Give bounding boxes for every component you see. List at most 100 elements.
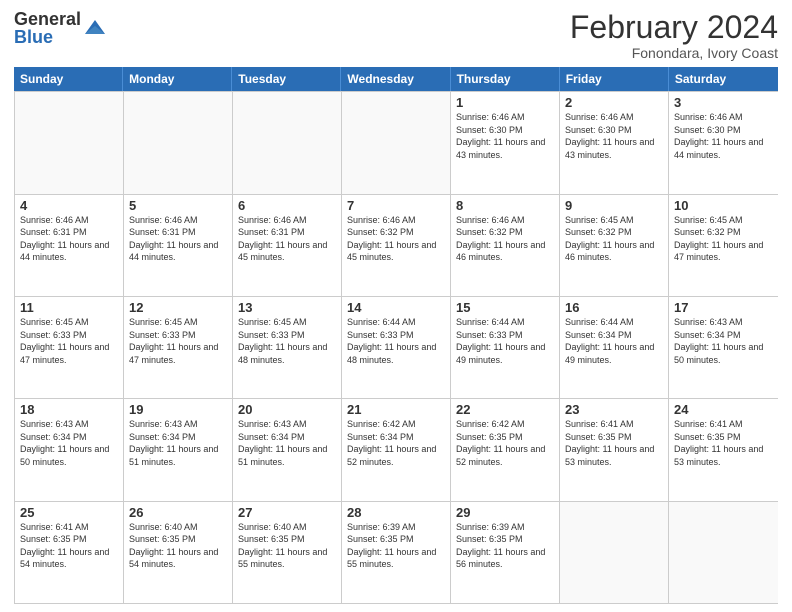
day-info: Sunrise: 6:43 AM Sunset: 6:34 PM Dayligh… xyxy=(238,418,336,468)
calendar-cell: 26Sunrise: 6:40 AM Sunset: 6:35 PM Dayli… xyxy=(124,502,233,603)
weekday-header: Friday xyxy=(560,67,669,91)
day-info: Sunrise: 6:41 AM Sunset: 6:35 PM Dayligh… xyxy=(674,418,773,468)
day-number: 7 xyxy=(347,198,445,213)
calendar-header: SundayMondayTuesdayWednesdayThursdayFrid… xyxy=(14,67,778,91)
calendar-cell: 21Sunrise: 6:42 AM Sunset: 6:34 PM Dayli… xyxy=(342,399,451,500)
day-info: Sunrise: 6:46 AM Sunset: 6:31 PM Dayligh… xyxy=(238,214,336,264)
day-number: 13 xyxy=(238,300,336,315)
day-number: 17 xyxy=(674,300,773,315)
day-info: Sunrise: 6:46 AM Sunset: 6:30 PM Dayligh… xyxy=(565,111,663,161)
weekday-header: Tuesday xyxy=(232,67,341,91)
day-info: Sunrise: 6:43 AM Sunset: 6:34 PM Dayligh… xyxy=(129,418,227,468)
calendar-cell xyxy=(560,502,669,603)
day-number: 25 xyxy=(20,505,118,520)
day-number: 22 xyxy=(456,402,554,417)
calendar-cell: 9Sunrise: 6:45 AM Sunset: 6:32 PM Daylig… xyxy=(560,195,669,296)
day-number: 1 xyxy=(456,95,554,110)
calendar-cell: 15Sunrise: 6:44 AM Sunset: 6:33 PM Dayli… xyxy=(451,297,560,398)
day-info: Sunrise: 6:39 AM Sunset: 6:35 PM Dayligh… xyxy=(347,521,445,571)
subtitle: Fonondara, Ivory Coast xyxy=(570,45,778,61)
day-info: Sunrise: 6:44 AM Sunset: 6:33 PM Dayligh… xyxy=(347,316,445,366)
calendar-cell: 25Sunrise: 6:41 AM Sunset: 6:35 PM Dayli… xyxy=(15,502,124,603)
day-info: Sunrise: 6:42 AM Sunset: 6:35 PM Dayligh… xyxy=(456,418,554,468)
weekday-header: Monday xyxy=(123,67,232,91)
day-number: 5 xyxy=(129,198,227,213)
calendar-cell: 10Sunrise: 6:45 AM Sunset: 6:32 PM Dayli… xyxy=(669,195,778,296)
calendar-cell xyxy=(342,92,451,193)
calendar-cell: 3Sunrise: 6:46 AM Sunset: 6:30 PM Daylig… xyxy=(669,92,778,193)
calendar-cell: 13Sunrise: 6:45 AM Sunset: 6:33 PM Dayli… xyxy=(233,297,342,398)
day-number: 3 xyxy=(674,95,773,110)
day-number: 8 xyxy=(456,198,554,213)
logo-icon xyxy=(83,16,107,40)
day-info: Sunrise: 6:40 AM Sunset: 6:35 PM Dayligh… xyxy=(238,521,336,571)
day-number: 18 xyxy=(20,402,118,417)
day-number: 19 xyxy=(129,402,227,417)
day-info: Sunrise: 6:46 AM Sunset: 6:32 PM Dayligh… xyxy=(347,214,445,264)
day-number: 23 xyxy=(565,402,663,417)
day-info: Sunrise: 6:45 AM Sunset: 6:32 PM Dayligh… xyxy=(565,214,663,264)
day-number: 21 xyxy=(347,402,445,417)
calendar-cell: 19Sunrise: 6:43 AM Sunset: 6:34 PM Dayli… xyxy=(124,399,233,500)
calendar-cell: 7Sunrise: 6:46 AM Sunset: 6:32 PM Daylig… xyxy=(342,195,451,296)
day-info: Sunrise: 6:46 AM Sunset: 6:30 PM Dayligh… xyxy=(456,111,554,161)
day-info: Sunrise: 6:40 AM Sunset: 6:35 PM Dayligh… xyxy=(129,521,227,571)
day-info: Sunrise: 6:43 AM Sunset: 6:34 PM Dayligh… xyxy=(674,316,773,366)
calendar-cell xyxy=(233,92,342,193)
calendar-cell: 4Sunrise: 6:46 AM Sunset: 6:31 PM Daylig… xyxy=(15,195,124,296)
logo-general: General xyxy=(14,10,81,28)
page: General Blue February 2024 Fonondara, Iv… xyxy=(0,0,792,612)
day-info: Sunrise: 6:45 AM Sunset: 6:33 PM Dayligh… xyxy=(129,316,227,366)
calendar-cell: 28Sunrise: 6:39 AM Sunset: 6:35 PM Dayli… xyxy=(342,502,451,603)
weekday-header: Thursday xyxy=(451,67,560,91)
day-number: 14 xyxy=(347,300,445,315)
calendar-cell: 1Sunrise: 6:46 AM Sunset: 6:30 PM Daylig… xyxy=(451,92,560,193)
calendar-body: 1Sunrise: 6:46 AM Sunset: 6:30 PM Daylig… xyxy=(14,91,778,604)
day-info: Sunrise: 6:44 AM Sunset: 6:34 PM Dayligh… xyxy=(565,316,663,366)
calendar-cell xyxy=(15,92,124,193)
calendar-cell: 24Sunrise: 6:41 AM Sunset: 6:35 PM Dayli… xyxy=(669,399,778,500)
day-info: Sunrise: 6:46 AM Sunset: 6:32 PM Dayligh… xyxy=(456,214,554,264)
day-info: Sunrise: 6:45 AM Sunset: 6:32 PM Dayligh… xyxy=(674,214,773,264)
calendar-week: 11Sunrise: 6:45 AM Sunset: 6:33 PM Dayli… xyxy=(15,296,778,398)
weekday-header: Wednesday xyxy=(341,67,450,91)
day-info: Sunrise: 6:44 AM Sunset: 6:33 PM Dayligh… xyxy=(456,316,554,366)
calendar-cell: 2Sunrise: 6:46 AM Sunset: 6:30 PM Daylig… xyxy=(560,92,669,193)
calendar-cell: 22Sunrise: 6:42 AM Sunset: 6:35 PM Dayli… xyxy=(451,399,560,500)
day-number: 12 xyxy=(129,300,227,315)
logo-blue: Blue xyxy=(14,28,81,46)
calendar: SundayMondayTuesdayWednesdayThursdayFrid… xyxy=(14,67,778,604)
day-info: Sunrise: 6:46 AM Sunset: 6:31 PM Dayligh… xyxy=(20,214,118,264)
main-title: February 2024 xyxy=(570,10,778,45)
day-number: 20 xyxy=(238,402,336,417)
day-number: 29 xyxy=(456,505,554,520)
day-number: 24 xyxy=(674,402,773,417)
day-number: 10 xyxy=(674,198,773,213)
calendar-week: 25Sunrise: 6:41 AM Sunset: 6:35 PM Dayli… xyxy=(15,501,778,603)
day-info: Sunrise: 6:42 AM Sunset: 6:34 PM Dayligh… xyxy=(347,418,445,468)
day-number: 15 xyxy=(456,300,554,315)
logo: General Blue xyxy=(14,10,107,46)
day-info: Sunrise: 6:46 AM Sunset: 6:31 PM Dayligh… xyxy=(129,214,227,264)
day-info: Sunrise: 6:39 AM Sunset: 6:35 PM Dayligh… xyxy=(456,521,554,571)
calendar-week: 1Sunrise: 6:46 AM Sunset: 6:30 PM Daylig… xyxy=(15,91,778,193)
calendar-cell: 17Sunrise: 6:43 AM Sunset: 6:34 PM Dayli… xyxy=(669,297,778,398)
calendar-cell: 16Sunrise: 6:44 AM Sunset: 6:34 PM Dayli… xyxy=(560,297,669,398)
day-number: 9 xyxy=(565,198,663,213)
day-number: 4 xyxy=(20,198,118,213)
day-number: 28 xyxy=(347,505,445,520)
calendar-cell: 23Sunrise: 6:41 AM Sunset: 6:35 PM Dayli… xyxy=(560,399,669,500)
day-info: Sunrise: 6:45 AM Sunset: 6:33 PM Dayligh… xyxy=(238,316,336,366)
day-number: 6 xyxy=(238,198,336,213)
weekday-header: Saturday xyxy=(669,67,778,91)
calendar-cell: 29Sunrise: 6:39 AM Sunset: 6:35 PM Dayli… xyxy=(451,502,560,603)
day-number: 2 xyxy=(565,95,663,110)
calendar-cell: 8Sunrise: 6:46 AM Sunset: 6:32 PM Daylig… xyxy=(451,195,560,296)
calendar-cell: 12Sunrise: 6:45 AM Sunset: 6:33 PM Dayli… xyxy=(124,297,233,398)
calendar-week: 4Sunrise: 6:46 AM Sunset: 6:31 PM Daylig… xyxy=(15,194,778,296)
title-block: February 2024 Fonondara, Ivory Coast xyxy=(570,10,778,61)
calendar-cell xyxy=(669,502,778,603)
header: General Blue February 2024 Fonondara, Iv… xyxy=(14,10,778,61)
day-info: Sunrise: 6:41 AM Sunset: 6:35 PM Dayligh… xyxy=(20,521,118,571)
calendar-week: 18 Sunrise: 6:43 AM Sunset: 6:34 PM Dayli… xyxy=(15,398,778,500)
